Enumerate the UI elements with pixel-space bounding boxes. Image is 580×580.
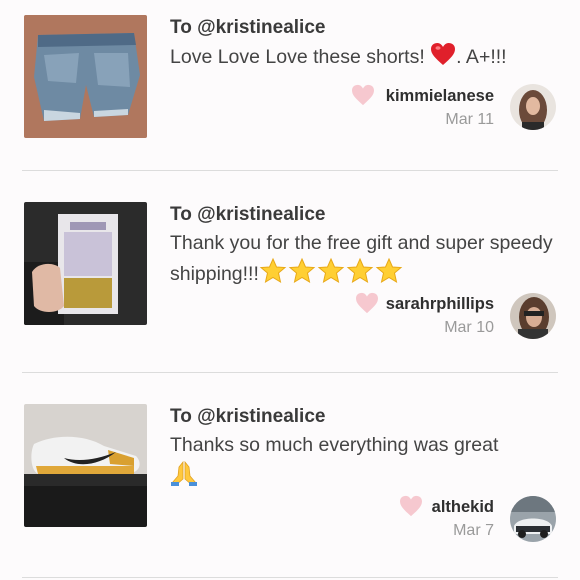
review-message-text-end: . A+!!! — [456, 46, 507, 69]
reviewer-avatar[interactable] — [510, 293, 556, 339]
folded-hands-icon — [170, 459, 198, 495]
heart-icon[interactable] — [355, 292, 379, 314]
review-date: Mar 7 — [453, 522, 494, 539]
review-date: Mar 10 — [444, 319, 494, 336]
review-message: Thank you for the free gift and super sp… — [170, 229, 555, 293]
review-card: To @kristinealice Thank you for the free… — [0, 171, 580, 372]
review-message: Love Love Love these shorts! . A+!!! — [170, 42, 555, 74]
reviewer-avatar[interactable] — [510, 84, 556, 130]
review-photo-denim-shorts[interactable] — [24, 15, 147, 138]
review-message-text: Thanks so much everything was great — [170, 434, 499, 456]
review-feed: To @kristinealice Love Love Love these s… — [0, 0, 580, 580]
review-recipient[interactable]: To @kristinealice — [170, 17, 325, 39]
red-heart-icon — [430, 42, 456, 74]
heart-icon[interactable] — [351, 84, 375, 106]
reviewer-username[interactable]: sarahrphillips — [386, 295, 494, 314]
five-stars-icon — [259, 257, 405, 293]
reviewer-avatar[interactable] — [510, 496, 556, 542]
review-photo-tarte-gift-set[interactable] — [24, 202, 147, 325]
review-message-text: Love Love Love these shorts! — [170, 46, 431, 69]
reviewer-username[interactable]: althekid — [432, 498, 494, 517]
review-message: Thanks so much everything was great — [170, 431, 555, 495]
review-card: To @kristinealice Thanks so much everyth… — [0, 373, 580, 577]
review-date: Mar 11 — [445, 111, 494, 128]
divider — [22, 577, 558, 578]
review-photo-nike-sneakers[interactable] — [24, 404, 147, 527]
review-card: To @kristinealice Love Love Love these s… — [0, 0, 580, 170]
review-recipient[interactable]: To @kristinealice — [170, 204, 325, 226]
heart-icon[interactable] — [399, 495, 423, 517]
reviewer-username[interactable]: kimmielanese — [386, 87, 494, 106]
review-recipient[interactable]: To @kristinealice — [170, 406, 325, 428]
